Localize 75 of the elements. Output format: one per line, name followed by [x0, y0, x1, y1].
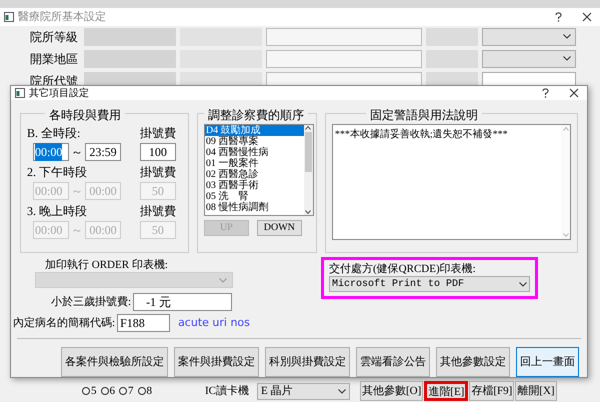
scroll-down-icon[interactable] — [305, 210, 312, 214]
window-title: 醫療院所基本設定 — [18, 10, 106, 25]
scroll-thumb[interactable] — [304, 132, 312, 172]
list-item[interactable]: 04 西醫慢性病 — [204, 147, 304, 158]
dialog-button[interactable]: 其他參數設定 — [436, 347, 510, 377]
radio-option[interactable]: 5 — [82, 382, 96, 400]
chevron-down-icon — [338, 388, 346, 394]
range-separator: ～ — [71, 183, 83, 200]
dialog-button[interactable]: 科別與掛費設定 — [265, 347, 350, 377]
period-label: B. 全時段: — [27, 125, 80, 142]
dialog-button[interactable]: 回上一畫面 — [516, 347, 579, 377]
move-button[interactable]: DOWN — [256, 220, 302, 236]
radio-option[interactable]: 6 — [100, 382, 115, 400]
fee-field[interactable]: 100 — [140, 143, 176, 161]
radio-icon[interactable] — [82, 387, 90, 395]
window-icon — [4, 12, 14, 22]
chevron-down-icon — [219, 278, 227, 282]
radio-icon[interactable] — [119, 387, 127, 395]
list-item[interactable]: 08 慢性病調劑 — [204, 202, 304, 213]
blurred-field — [426, 28, 478, 46]
fee-label: 掛號費 — [140, 203, 176, 220]
list-item[interactable]: 05 洗 腎 — [204, 191, 304, 202]
list-item[interactable]: 01 一般案件 — [204, 158, 304, 169]
end-time-field[interactable]: 23:59 — [85, 143, 121, 161]
help-icon[interactable] — [555, 12, 562, 22]
group-title: 各時段與費用 — [45, 106, 125, 124]
list-item[interactable]: 03 西醫手術 — [204, 180, 304, 191]
qr-printer-dropdown[interactable]: Microsoft Print to PDF — [329, 276, 530, 292]
scrollbar[interactable] — [304, 125, 313, 215]
list-item[interactable]: D4 鼓勵加成 — [204, 125, 304, 136]
printer-label: 加印執行 ORDER 印表機: — [44, 258, 169, 272]
field-label: 開業地區 — [30, 50, 79, 68]
group-title: 調整診察費的順序 — [204, 106, 308, 124]
scroll-up-icon[interactable] — [305, 126, 312, 130]
range-separator: ～ — [71, 222, 83, 239]
period-label: 3. 晚上時段 — [27, 203, 87, 220]
chevron-down-icon — [519, 282, 527, 286]
start-time-field[interactable]: 00:00 — [33, 143, 69, 161]
dialog-button[interactable]: 雲端看診公告 — [356, 347, 430, 377]
ic-reader-label: IC讀卡機 — [205, 384, 250, 399]
ic-reader-dropdown[interactable]: E 晶片 — [257, 382, 350, 400]
list-item[interactable]: 09 西醫專案 — [204, 136, 304, 147]
notice-text-area[interactable]: ***本收據請妥善收執;遺失恕不補發*** — [332, 124, 571, 240]
toolbar-button[interactable]: 進階[E] — [424, 381, 468, 401]
fee-label: 掛號費 — [140, 125, 176, 142]
radio-option[interactable]: 8 — [138, 382, 152, 400]
toolbar-button[interactable]: 離開[X] — [515, 381, 557, 401]
radio-icon[interactable] — [138, 387, 146, 395]
radio-icon[interactable] — [100, 387, 108, 395]
list-item[interactable]: 02 西醫急診 — [204, 169, 304, 180]
period-label: 2. 下午時段 — [27, 164, 87, 181]
notice-text: ***本收據請妥善收執;遺失恕不補發*** — [334, 128, 509, 142]
diagnosis-label: 內定病名的簡稱代碼: — [13, 316, 116, 331]
close-icon[interactable] — [582, 12, 592, 22]
chevron-down-icon — [563, 34, 571, 39]
group-title: 固定警語與用法說明 — [366, 106, 482, 124]
field-label: 院所等級 — [30, 28, 79, 46]
toolbar-button[interactable]: 其他參數[O] — [360, 381, 424, 401]
help-icon[interactable] — [542, 88, 549, 98]
printer-label: 交付處方(健保QRCDE)印表機: — [329, 262, 477, 276]
close-icon[interactable] — [569, 88, 579, 98]
range-separator: ～ — [71, 144, 83, 161]
radio-option[interactable]: 7 — [119, 382, 134, 400]
toolbar-button[interactable]: 存檔[F9] — [469, 381, 514, 401]
dialog-button[interactable]: 案件與掛費設定 — [174, 347, 259, 377]
diagnosis-description: acute uri nos — [178, 314, 250, 331]
dialog-button[interactable]: 各案件與檢驗所設定 — [61, 347, 168, 377]
dropdown-value: E 晶片 — [261, 384, 292, 399]
diagnosis-code-field[interactable]: F188 — [117, 314, 170, 332]
fee-label: 掛號費 — [140, 164, 176, 181]
chevron-down-icon — [563, 56, 571, 61]
dialog-title: 其它項目設定 — [29, 86, 89, 100]
fee-label: 小於三歲掛號費: — [51, 294, 132, 310]
under3-fee-field[interactable]: -1 元 — [133, 293, 232, 311]
dropdown-value: Microsoft Print to PDF — [332, 278, 464, 292]
